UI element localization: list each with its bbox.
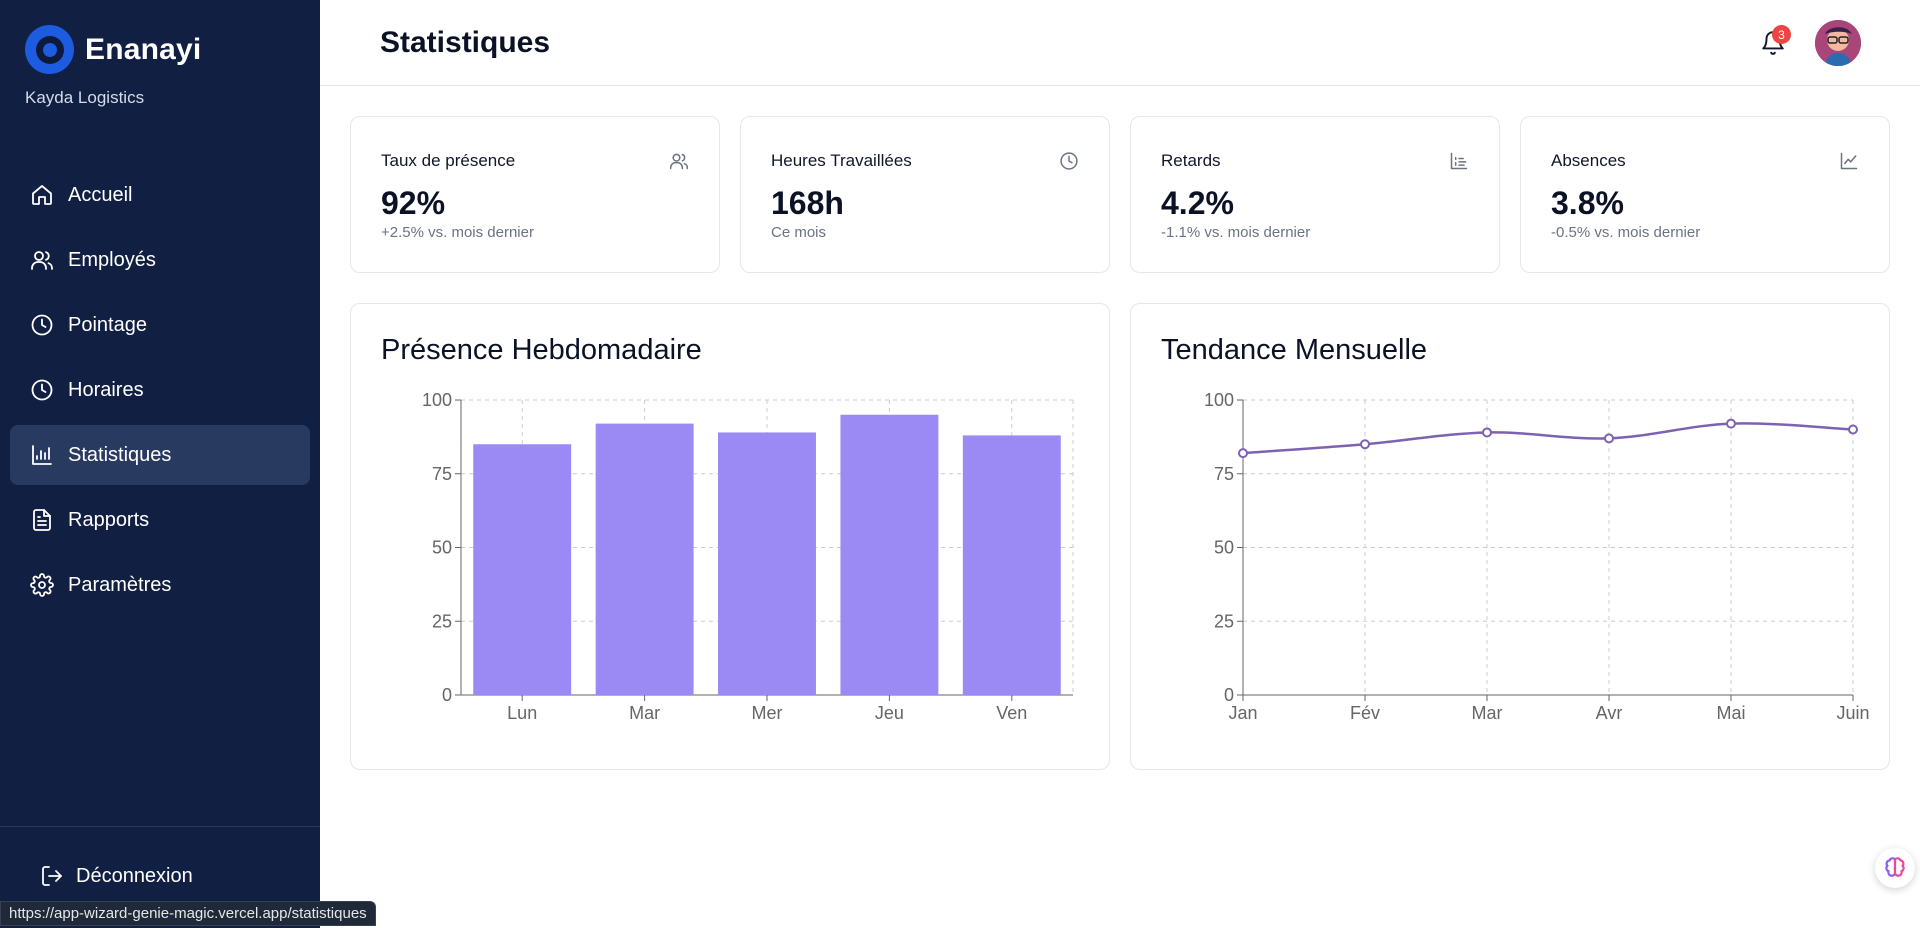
y-tick-label: 75: [1214, 464, 1234, 484]
y-tick-label: 0: [442, 685, 452, 705]
sidebar-item-employes[interactable]: Employés: [10, 230, 310, 290]
x-tick-label: Mar: [1472, 703, 1503, 723]
sidebar-item-label: Employés: [68, 248, 156, 271]
data-point: [1726, 418, 1736, 429]
users-icon: [31, 251, 53, 270]
page-title: Statistiques: [380, 26, 551, 59]
stat-card-absences: Absences 3.8% -0.5% vs. mois dernier: [1520, 116, 1890, 273]
sidebar-item-horaires[interactable]: Horaires: [10, 360, 310, 420]
gear-icon: [30, 573, 54, 597]
stat-label: Heures Travaillées: [771, 151, 912, 170]
bar-chart-icon: [1450, 152, 1468, 170]
bar: [718, 432, 816, 695]
brand-name: Enanayi: [85, 32, 202, 66]
x-tick-label: Mar: [629, 703, 660, 723]
x-tick-label: Fév: [1350, 703, 1380, 723]
clock-icon: [1060, 152, 1078, 170]
bar: [962, 435, 1061, 695]
bar: [595, 423, 694, 695]
weekly-presence-card: Présence Hebdomadaire 0 25 50 75 100 Lun Mar Me…: [350, 303, 1110, 770]
stat-card-heures: Heures Travaillées 168h Ce mois: [740, 116, 1110, 273]
bar-chart-icon: [32, 445, 52, 465]
logout-button[interactable]: Déconnexion: [40, 864, 193, 888]
x-tick-label: Ven: [996, 703, 1027, 723]
x-tick-label: Lun: [507, 703, 537, 723]
series-line: [1242, 422, 1854, 455]
sidebar-item-label: Horaires: [68, 378, 144, 401]
sidebar-item-statistiques[interactable]: Statistiques: [10, 425, 310, 485]
brand-logo-icon: [25, 25, 74, 74]
data-point: [1482, 427, 1492, 438]
stat-subtext: Ce mois: [771, 224, 827, 241]
stat-label: Retards: [1161, 151, 1221, 170]
y-tick-label: 100: [422, 390, 452, 410]
y-tick-label: 50: [432, 538, 452, 558]
sidebar-item-label: Rapports: [68, 508, 150, 531]
clock-icon: [31, 379, 53, 401]
x-tick-label: Avr: [1596, 703, 1623, 723]
stat-card-retards: Retards 4.2% -1.1% vs. mois dernier: [1130, 116, 1500, 273]
bar: [473, 444, 572, 695]
stat-subtext: +2.5% vs. mois dernier: [381, 224, 534, 241]
avatar[interactable]: [1815, 20, 1861, 66]
data-point: [1604, 433, 1614, 444]
company-name: Kayda Logistics: [25, 88, 145, 107]
sidebar-divider: [0, 826, 320, 827]
y-tick-label: 25: [432, 611, 452, 631]
line-chart-icon: [1840, 152, 1858, 170]
x-tick-label: Jeu: [875, 703, 904, 723]
sidebar-item-accueil[interactable]: Accueil: [10, 165, 310, 225]
sidebar-item-label: Accueil: [68, 183, 133, 206]
assistant-button[interactable]: [1875, 848, 1915, 888]
data-point: [1238, 448, 1248, 459]
x-tick-label: Jan: [1228, 703, 1257, 723]
status-bar-url: https://app-wizard-genie-magic.vercel.ap…: [0, 901, 376, 926]
sidebar-item-pointage[interactable]: Pointage: [10, 295, 310, 355]
monthly-trend-chart: 0 25 50 75 100 Jan Fév Mar Avr Mai Juin: [1204, 390, 1870, 723]
y-tick-label: 75: [432, 464, 452, 484]
brand[interactable]: Enanayi: [25, 25, 201, 74]
users-icon: [669, 153, 689, 170]
sidebar-item-label: Paramètres: [68, 573, 172, 596]
y-tick-label: 50: [1214, 538, 1234, 558]
y-tick-label: 100: [1204, 390, 1234, 410]
weekly-presence-chart: 0 25 50 75 100 Lun Mar Mer Jeu Ven: [422, 390, 1074, 723]
sidebar-item-parametres[interactable]: Paramètres: [10, 555, 310, 615]
bar: [840, 414, 939, 695]
monthly-trend-card: Tendance Mensuelle 0 25 50 75 100 Jan Fév Mar Av…: [1130, 303, 1890, 770]
y-tick-label: 25: [1214, 611, 1234, 631]
stat-label: Absences: [1551, 151, 1626, 170]
data-point: [1360, 439, 1370, 450]
y-tick-label: 0: [1224, 685, 1234, 705]
x-tick-label: Juin: [1836, 703, 1869, 723]
clock-icon: [31, 314, 53, 336]
home-icon: [32, 185, 52, 205]
notification-badge: 3: [1772, 25, 1791, 44]
sidebar: Enanayi Kayda Logistics Accueil Employés…: [0, 0, 320, 928]
sidebar-item-rapports[interactable]: Rapports: [10, 490, 310, 550]
stat-subtext: -1.1% vs. mois dernier: [1161, 224, 1311, 241]
sidebar-item-label: Statistiques: [68, 443, 172, 466]
stat-value: 92%: [381, 185, 446, 221]
x-tick-label: Mer: [752, 703, 783, 723]
brain-icon: [1885, 857, 1905, 877]
x-tick-label: Mai: [1716, 703, 1745, 723]
sidebar-item-label: Pointage: [68, 313, 147, 336]
logout-label: Déconnexion: [76, 864, 193, 887]
stat-card-presence: Taux de présence 92% +2.5% vs. mois dern…: [350, 116, 720, 273]
stat-subtext: -0.5% vs. mois dernier: [1551, 224, 1701, 241]
logout-icon: [42, 866, 62, 886]
stat-label: Taux de présence: [381, 151, 516, 170]
data-point: [1848, 424, 1858, 435]
sidebar-nav: Accueil Employés Pointage Horaires Stati…: [10, 165, 310, 620]
stat-value: 168h: [771, 185, 844, 221]
stat-value: 4.2%: [1161, 185, 1234, 221]
top-header: Statistiques 3: [320, 0, 1920, 86]
file-text-icon: [33, 509, 51, 531]
stat-value: 3.8%: [1551, 185, 1624, 221]
